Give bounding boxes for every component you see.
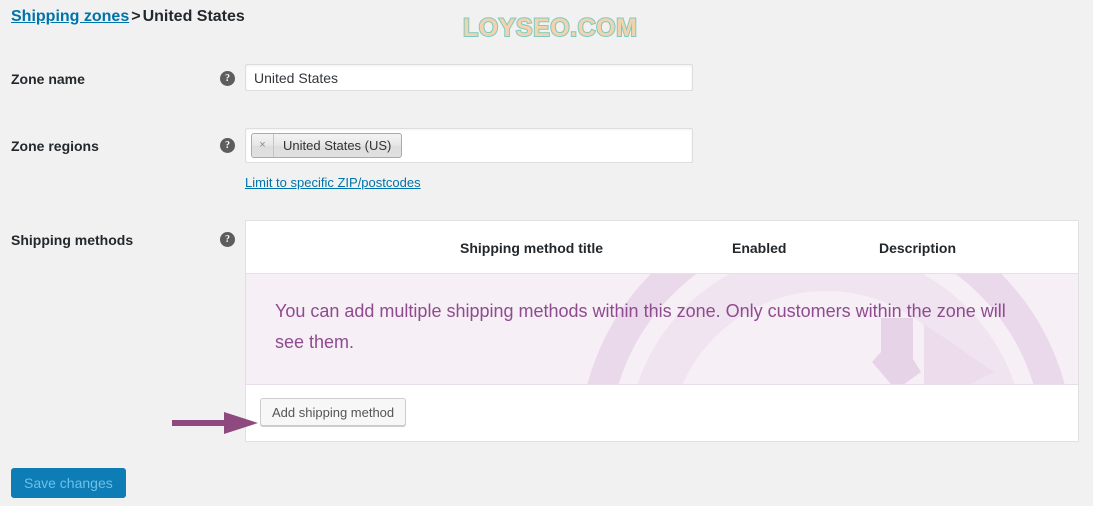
region-chip-label: United States (US) (283, 138, 392, 153)
save-changes-button[interactable]: Save changes (11, 468, 126, 498)
table-footer-row: Add shipping method (246, 385, 1078, 441)
empty-state-row: You can add multiple shipping methods wi… (246, 273, 1078, 385)
breadcrumb: Shipping zones > United States (11, 8, 245, 26)
help-icon[interactable]: ? (220, 71, 235, 86)
help-icon[interactable]: ? (220, 232, 235, 247)
shipping-methods-label: Shipping methods (11, 232, 134, 248)
breadcrumb-separator: > (131, 8, 141, 25)
zone-regions-label: Zone regions (11, 138, 99, 154)
add-shipping-method-button[interactable]: Add shipping method (260, 398, 407, 426)
table-header-row: Shipping method title Enabled Descriptio… (246, 221, 1078, 273)
breadcrumb-current-zone: United States (142, 8, 245, 25)
close-icon[interactable]: × (252, 134, 274, 157)
limit-zip-postcodes-link[interactable]: Limit to specific ZIP/postcodes (245, 175, 421, 190)
help-icon[interactable]: ? (220, 138, 235, 153)
site-watermark: LOYSEO.COM (462, 13, 638, 43)
column-header-shipping-method-title: Shipping method title (460, 240, 604, 256)
breadcrumb-link-shipping-zones[interactable]: Shipping zones (11, 8, 129, 25)
column-header-description: Description (879, 240, 957, 256)
region-chip[interactable]: × United States (US) (251, 133, 403, 158)
zone-name-input[interactable] (245, 64, 693, 91)
column-header-enabled: Enabled (732, 240, 787, 256)
empty-state-message: You can add multiple shipping methods wi… (275, 301, 1006, 352)
shipping-methods-table: Shipping method title Enabled Descriptio… (245, 220, 1079, 442)
zone-regions-select[interactable]: × United States (US) (245, 128, 693, 163)
zone-name-label: Zone name (11, 71, 85, 87)
